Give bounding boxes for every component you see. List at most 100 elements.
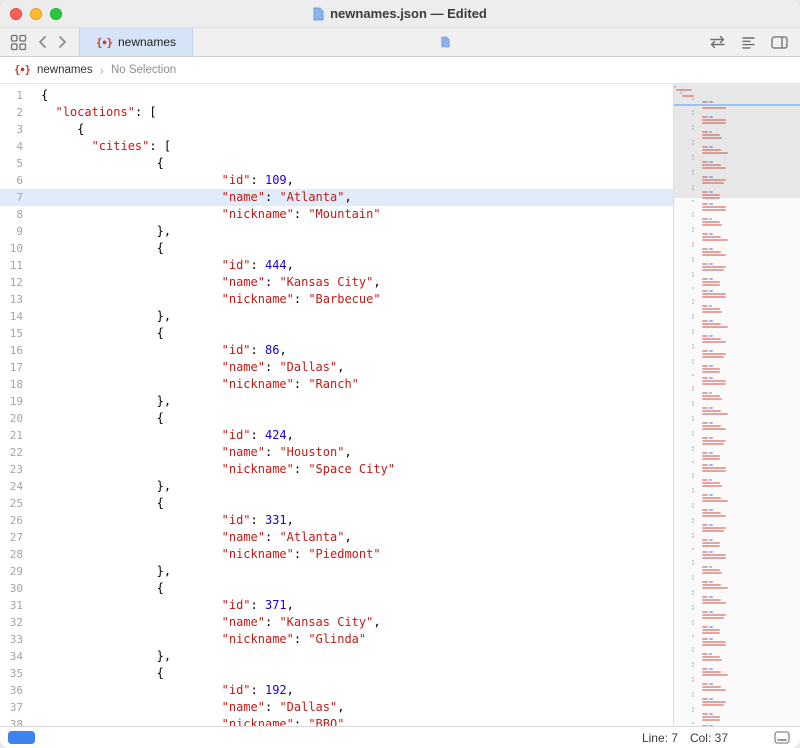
code-line[interactable]: 12 "name": "Kansas City", bbox=[0, 274, 673, 291]
code-line[interactable]: 29 }, bbox=[0, 563, 673, 580]
code-line[interactable]: 14 }, bbox=[0, 308, 673, 325]
breadcrumb-chevron-icon bbox=[100, 63, 104, 78]
code-text: "name": "Atlanta", bbox=[32, 529, 352, 546]
status-bar: Line: 7 Col: 37 bbox=[0, 726, 800, 748]
code-text: "name": "Atlanta", bbox=[32, 189, 352, 206]
code-line[interactable]: 17 "name": "Dallas", bbox=[0, 359, 673, 376]
code-line[interactable]: 38 "nickname": "BBQ" bbox=[0, 716, 673, 726]
minimap-current-line bbox=[674, 104, 800, 106]
code-lines: 1{2 "locations": [3 {4 "cities": [5 {6 "… bbox=[0, 87, 673, 726]
tab-bar-right-controls bbox=[697, 28, 800, 56]
document-proxy-icon[interactable] bbox=[313, 7, 324, 21]
minimap[interactable] bbox=[673, 84, 800, 726]
code-editor[interactable]: 1{2 "locations": [3 {4 "cities": [5 {6 "… bbox=[0, 84, 673, 726]
code-line[interactable]: 8 "nickname": "Mountain" bbox=[0, 206, 673, 223]
code-line[interactable]: 37 "name": "Dallas", bbox=[0, 699, 673, 716]
tab-label: newnames bbox=[118, 35, 176, 49]
code-line[interactable]: 9 }, bbox=[0, 223, 673, 240]
code-line[interactable]: 36 "id": 192, bbox=[0, 682, 673, 699]
code-line[interactable]: 7 "name": "Atlanta", bbox=[0, 189, 673, 206]
code-line[interactable]: 24 }, bbox=[0, 478, 673, 495]
code-line[interactable]: 32 "name": "Kansas City", bbox=[0, 614, 673, 631]
code-line[interactable]: 1{ bbox=[0, 87, 673, 104]
code-text: "nickname": "Mountain" bbox=[32, 206, 381, 223]
code-text: { bbox=[32, 495, 164, 512]
line-number: 20 bbox=[0, 410, 32, 427]
json-file-icon bbox=[96, 35, 112, 49]
code-line[interactable]: 5 { bbox=[0, 155, 673, 172]
navigate-forward-icon[interactable] bbox=[58, 35, 67, 49]
code-line[interactable]: 23 "nickname": "Space City" bbox=[0, 461, 673, 478]
tab-newnames[interactable]: newnames bbox=[79, 28, 193, 56]
code-line[interactable]: 27 "name": "Atlanta", bbox=[0, 529, 673, 546]
code-text: }, bbox=[32, 308, 171, 325]
code-line[interactable]: 10 { bbox=[0, 240, 673, 257]
add-editor-icon[interactable] bbox=[771, 36, 788, 49]
code-line[interactable]: 16 "id": 86, bbox=[0, 342, 673, 359]
code-text: "id": 424, bbox=[32, 427, 294, 444]
code-text: { bbox=[32, 325, 164, 342]
code-text: { bbox=[32, 580, 164, 597]
json-file-icon bbox=[14, 64, 30, 76]
code-text: "name": "Dallas", bbox=[32, 699, 344, 716]
line-number: 2 bbox=[0, 104, 32, 121]
line-number: 38 bbox=[0, 716, 32, 726]
code-line[interactable]: 13 "nickname": "Barbecue" bbox=[0, 291, 673, 308]
breadcrumb-file[interactable]: newnames bbox=[37, 64, 93, 76]
line-number: 31 bbox=[0, 597, 32, 614]
code-line[interactable]: 28 "nickname": "Piedmont" bbox=[0, 546, 673, 563]
code-line[interactable]: 3 { bbox=[0, 121, 673, 138]
code-line[interactable]: 21 "id": 424, bbox=[0, 427, 673, 444]
status-indicator[interactable] bbox=[8, 731, 35, 744]
window-controls bbox=[10, 0, 62, 27]
line-col-readout: Line: 7 Col: 37 bbox=[642, 731, 728, 745]
line-number: 7 bbox=[0, 189, 32, 206]
line-number: 10 bbox=[0, 240, 32, 257]
window-title-group: newnames.json — Edited bbox=[313, 6, 487, 21]
code-line[interactable]: 18 "nickname": "Ranch" bbox=[0, 376, 673, 393]
code-line[interactable]: 35 { bbox=[0, 665, 673, 682]
minimap-viewport[interactable] bbox=[674, 84, 800, 198]
code-line[interactable]: 31 "id": 371, bbox=[0, 597, 673, 614]
code-text: }, bbox=[32, 223, 171, 240]
code-line[interactable]: 22 "name": "Houston", bbox=[0, 444, 673, 461]
code-text: { bbox=[32, 121, 84, 138]
close-window-button[interactable] bbox=[10, 8, 22, 20]
code-line[interactable]: 26 "id": 331, bbox=[0, 512, 673, 529]
editor-options-icon[interactable] bbox=[741, 35, 756, 50]
navigate-back-icon[interactable] bbox=[38, 35, 47, 49]
code-line[interactable]: 25 { bbox=[0, 495, 673, 512]
tab-bar: newnames bbox=[0, 28, 800, 57]
related-items-icon[interactable] bbox=[10, 34, 27, 51]
code-text: }, bbox=[32, 478, 171, 495]
line-number: 33 bbox=[0, 631, 32, 648]
minimize-window-button[interactable] bbox=[30, 8, 42, 20]
code-line[interactable]: 30 { bbox=[0, 580, 673, 597]
bottom-bar-toggle-icon[interactable] bbox=[774, 731, 790, 744]
swap-editors-icon[interactable] bbox=[709, 35, 726, 49]
code-line[interactable]: 15 { bbox=[0, 325, 673, 342]
line-number: 28 bbox=[0, 546, 32, 563]
code-line[interactable]: 4 "cities": [ bbox=[0, 138, 673, 155]
code-line[interactable]: 2 "locations": [ bbox=[0, 104, 673, 121]
code-line[interactable]: 6 "id": 109, bbox=[0, 172, 673, 189]
line-number: 4 bbox=[0, 138, 32, 155]
line-number: 12 bbox=[0, 274, 32, 291]
code-text: "cities": [ bbox=[32, 138, 171, 155]
xcode-window: newnames.json — Edited newnames bbox=[0, 0, 800, 748]
code-line[interactable]: 33 "nickname": "Glinda" bbox=[0, 631, 673, 648]
breadcrumb-selection[interactable]: No Selection bbox=[111, 64, 176, 76]
jump-bar: newnames No Selection bbox=[0, 57, 800, 84]
line-number: 24 bbox=[0, 478, 32, 495]
code-line[interactable]: 19 }, bbox=[0, 393, 673, 410]
code-line[interactable]: 11 "id": 444, bbox=[0, 257, 673, 274]
tab-bar-left-controls bbox=[0, 28, 79, 56]
tab-bar-center bbox=[193, 28, 697, 56]
fullscreen-window-button[interactable] bbox=[50, 8, 62, 20]
line-number: 18 bbox=[0, 376, 32, 393]
code-line[interactable]: 20 { bbox=[0, 410, 673, 427]
code-text: "name": "Houston", bbox=[32, 444, 352, 461]
line-number: 30 bbox=[0, 580, 32, 597]
code-line[interactable]: 34 }, bbox=[0, 648, 673, 665]
document-icon bbox=[441, 36, 450, 48]
